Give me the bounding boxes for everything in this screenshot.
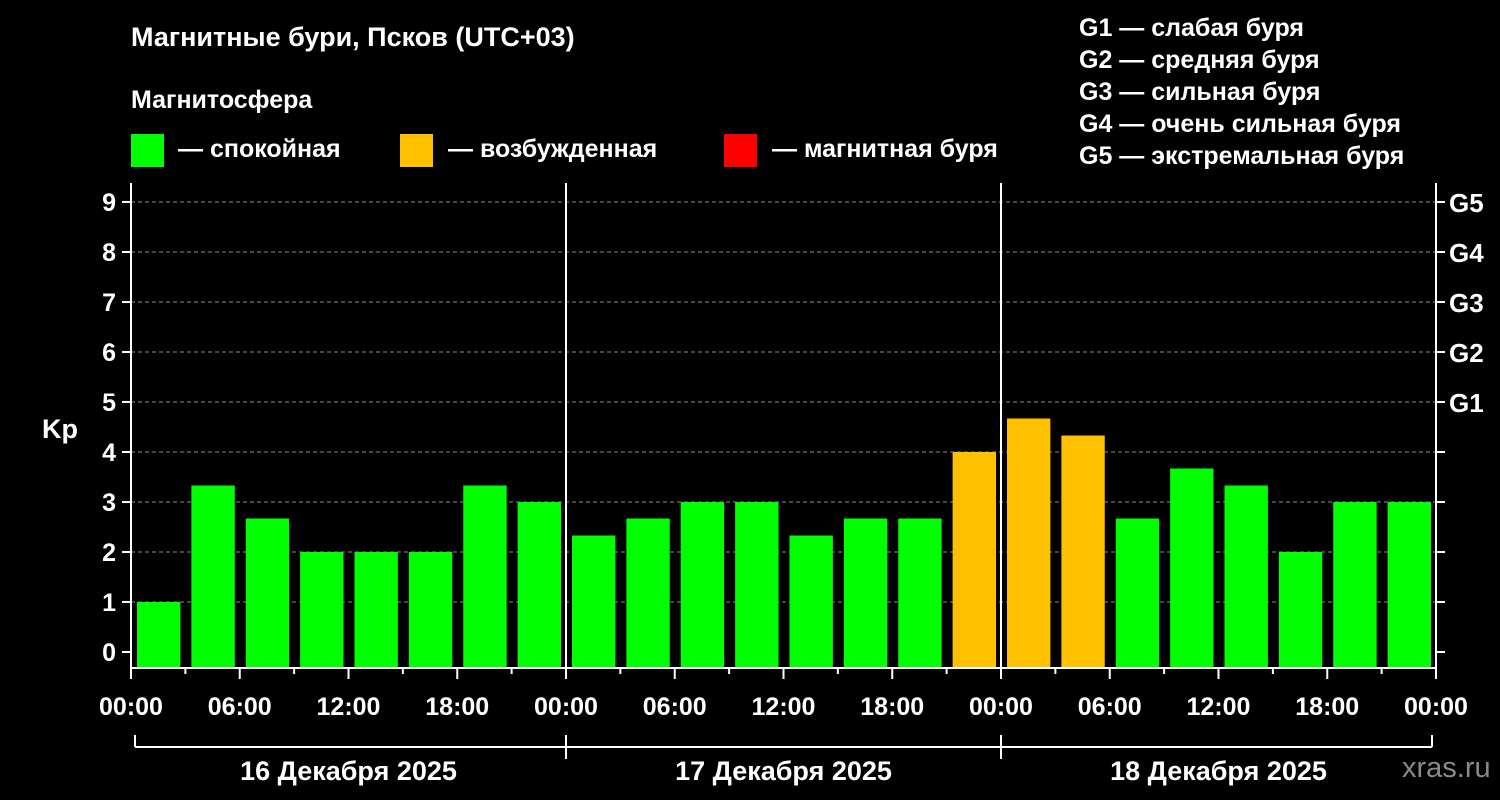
y-tick-label: 6: [102, 339, 116, 367]
x-tick-label: 12:00: [752, 693, 816, 721]
kp-bar: [517, 502, 561, 668]
kp-bar: [843, 518, 888, 668]
x-tick-label: 00:00: [969, 693, 1033, 721]
kp-bar: [245, 518, 290, 668]
g-scale-label: G3: [1449, 288, 1484, 318]
y-tick-label: 2: [102, 539, 116, 567]
g-scale-label: G2: [1449, 338, 1484, 368]
y-tick-label: 4: [102, 439, 116, 467]
x-tick-label: 18:00: [860, 693, 924, 721]
x-tick-label: 18:00: [1295, 693, 1359, 721]
x-tick-label: 06:00: [208, 693, 272, 721]
x-tick-label: 18:00: [425, 693, 489, 721]
y-axis-label: Kp: [42, 414, 78, 444]
day-label: 18 Декабря 2025: [1110, 756, 1327, 786]
kp-bar: [1115, 518, 1160, 668]
kp-bar: [463, 485, 507, 668]
x-tick-label: 00:00: [1404, 693, 1468, 721]
y-tick-label: 5: [102, 389, 116, 417]
g-scale-label: G1: [1449, 388, 1484, 418]
kp-bar: [191, 485, 235, 668]
x-tick-label: 00:00: [99, 693, 163, 721]
kp-bar: [408, 552, 453, 668]
kp-bar: [354, 552, 398, 668]
kp-bar: [898, 518, 942, 668]
kp-bar: [1224, 485, 1268, 668]
y-tick-label: 7: [102, 289, 116, 317]
kp-bar: [1387, 502, 1431, 668]
g-scale-label: G5: [1449, 188, 1484, 218]
g-scale-label: G4: [1449, 238, 1484, 268]
kp-bar: [789, 535, 833, 668]
kp-bar: [137, 602, 181, 668]
y-tick-label: 9: [102, 189, 116, 217]
kp-bar: [1007, 418, 1051, 668]
watermark: xras.ru: [1402, 752, 1491, 784]
kp-bar: [300, 552, 344, 668]
kp-bar: [952, 452, 996, 668]
kp-bar: [626, 518, 670, 668]
y-tick-label: 1: [102, 589, 116, 617]
x-tick-label: 06:00: [1078, 693, 1142, 721]
x-tick-label: 00:00: [534, 693, 598, 721]
kp-bar: [735, 502, 779, 668]
kp-bar: [1061, 435, 1105, 668]
kp-bar: [1333, 502, 1377, 668]
kp-bar: [572, 535, 616, 668]
day-label: 16 Декабря 2025: [240, 756, 457, 786]
x-tick-label: 12:00: [1187, 693, 1251, 721]
kp-bar: [680, 502, 725, 668]
kp-bar: [1278, 552, 1323, 668]
y-tick-label: 8: [102, 239, 116, 267]
y-tick-label: 0: [102, 639, 116, 667]
x-tick-label: 12:00: [317, 693, 381, 721]
day-label: 17 Декабря 2025: [675, 756, 892, 786]
kp-bar: [1170, 468, 1214, 668]
x-tick-label: 06:00: [643, 693, 707, 721]
kp-bar-chart: 0 1 2 3 4 5 6 7 8 9 G1 G2 G3 G4 G5 Kp 00:00 06:00 12:00 18:…: [42, 183, 1484, 786]
y-tick-label: 3: [102, 489, 116, 517]
